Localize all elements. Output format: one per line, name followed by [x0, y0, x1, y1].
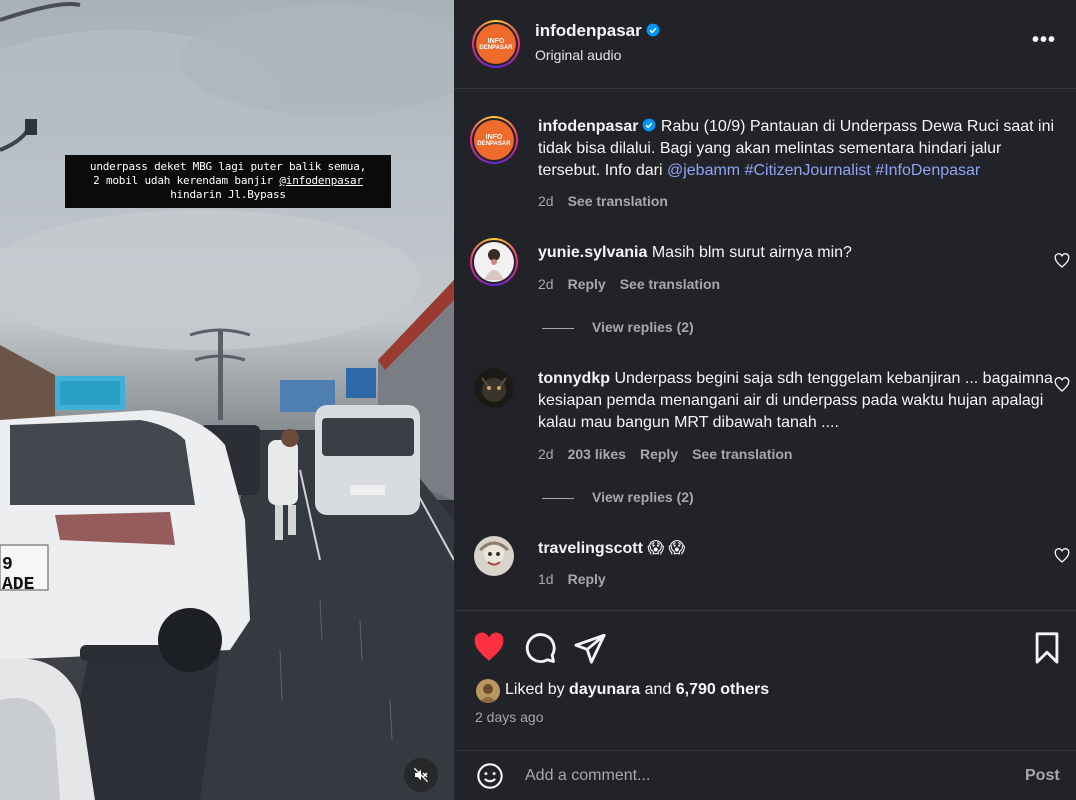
- like-comment-heart-icon[interactable]: [1054, 377, 1070, 393]
- view-replies-button[interactable]: View replies (2): [542, 489, 694, 505]
- liked-by-prefix: Liked by: [505, 681, 570, 698]
- logo-text-2: DENPASAR: [479, 44, 513, 51]
- like-comment-heart-icon[interactable]: [1054, 253, 1070, 269]
- comment-meta: 2d 203 likes Reply See translation: [538, 446, 806, 462]
- author-username-text: infodenpasar: [535, 21, 642, 40]
- post-caption: INFO DENPASAR infodenpasar Rabu (10/9) P…: [470, 116, 1070, 216]
- caption-meta: 2d See translation: [538, 193, 682, 209]
- video-frame-scene: [0, 2, 454, 800]
- add-comment-input[interactable]: [525, 763, 995, 789]
- caption-hashtags[interactable]: @jebamm #CitizenJournalist #InfoDenpasar: [667, 162, 980, 179]
- see-translation-button[interactable]: See translation: [692, 446, 792, 462]
- original-audio-link[interactable]: Original audio: [535, 47, 621, 63]
- logo-text-1: INFO: [487, 37, 505, 45]
- verified-badge-icon: [643, 118, 656, 132]
- save-bookmark-icon[interactable]: [1030, 631, 1064, 665]
- comment-meta: 2d Reply See translation: [538, 276, 734, 292]
- comment-username[interactable]: travelingscott: [538, 540, 643, 557]
- like-comment-heart-icon[interactable]: [1054, 548, 1070, 564]
- comment-composer: Post: [454, 750, 1076, 800]
- comment-body: Underpass begini saja sdh tenggelam keba…: [538, 370, 1053, 431]
- view-replies-button[interactable]: View replies (2): [542, 319, 694, 335]
- overlay-mention: @infodenpasar: [279, 174, 363, 187]
- liked-by-summary: Liked by dayunara and 6,790 others: [505, 681, 769, 699]
- mute-toggle-button[interactable]: [404, 758, 438, 792]
- comment-time: 2d: [538, 276, 554, 292]
- comment-username[interactable]: yunie.sylvania: [538, 244, 647, 261]
- liked-by-user[interactable]: dayunara: [569, 681, 640, 698]
- logo-text-1: INFO: [485, 133, 503, 141]
- caption-text: infodenpasar Rabu (10/9) Pantauan di Und…: [538, 116, 1060, 182]
- caption-author-avatar[interactable]: INFO DENPASAR: [470, 116, 518, 164]
- comment-body: Masih blm surut airnya min?: [651, 244, 852, 261]
- like-heart-icon[interactable]: [472, 631, 506, 665]
- comment-meta: 1d Reply: [538, 571, 620, 587]
- commenter-avatar[interactable]: [474, 536, 514, 576]
- comment-item: tonnydkp Underpass begini saja sdh tengg…: [470, 368, 1070, 468]
- infodenpasar-logo: INFO DENPASAR: [476, 24, 516, 64]
- reel-video[interactable]: 9 ADE underpass deket MBG lagi puter bal…: [0, 0, 454, 800]
- infodenpasar-logo: INFO DENPASAR: [474, 120, 514, 160]
- speaker-muted-icon: [413, 767, 429, 783]
- license-plate: 9 ADE: [2, 555, 35, 595]
- post-date: 2 days ago: [475, 709, 544, 725]
- overlay-line-2-text: 2 mobil udah kerendam banjir: [93, 174, 280, 187]
- post-side-panel: INFO DENPASAR infodenpasar Original audi…: [454, 0, 1076, 800]
- replies-divider: [542, 327, 574, 329]
- comment-text: tonnydkp Underpass begini saja sdh tengg…: [538, 368, 1060, 434]
- logo-text-2: DENPASAR: [477, 140, 511, 147]
- comment-likes[interactable]: 203 likes: [568, 446, 626, 462]
- overlay-line-2: 2 mobil udah kerendam banjir @infodenpas…: [71, 174, 385, 188]
- comment-time: 2d: [538, 446, 554, 462]
- commenter-avatar[interactable]: [474, 368, 514, 408]
- post-comment-button[interactable]: Post: [1025, 767, 1060, 785]
- emoji-smiley-icon[interactable]: [476, 762, 504, 790]
- user-photo: [474, 242, 514, 282]
- share-paper-plane-icon[interactable]: [573, 631, 607, 665]
- commenter-avatar[interactable]: [470, 238, 518, 286]
- overlay-line-3: hindarin Jl.Bypass: [170, 188, 286, 201]
- more-options-button[interactable]: •••: [1032, 29, 1056, 52]
- reply-button[interactable]: Reply: [568, 276, 606, 292]
- replies-divider: [542, 497, 574, 499]
- comment-item: travelingscott 😱 😱 1d Reply: [470, 536, 1070, 596]
- comment-text: yunie.sylvania Masih blm surut airnya mi…: [538, 242, 1060, 264]
- author-avatar[interactable]: INFO DENPASAR: [472, 20, 520, 68]
- view-replies-label: View replies (2): [592, 489, 694, 505]
- comments-list: INFO DENPASAR infodenpasar Rabu (10/9) P…: [454, 90, 1076, 610]
- likes-count[interactable]: 6,790 others: [676, 681, 769, 698]
- comment-item: yunie.sylvania Masih blm surut airnya mi…: [470, 238, 1070, 298]
- comment-username[interactable]: tonnydkp: [538, 370, 610, 387]
- comment-text: travelingscott 😱 😱: [538, 538, 1060, 560]
- liker-avatar[interactable]: [476, 679, 500, 703]
- author-username[interactable]: infodenpasar: [535, 21, 660, 41]
- caption-see-translation[interactable]: See translation: [568, 193, 668, 209]
- view-replies-label: View replies (2): [592, 319, 694, 335]
- video-text-overlay: underpass deket MBG lagi puter balik sem…: [65, 155, 391, 208]
- overlay-line-1: underpass deket MBG lagi puter balik sem…: [89, 160, 367, 173]
- post-header: INFO DENPASAR infodenpasar Original audi…: [454, 0, 1076, 89]
- caption-time: 2d: [538, 193, 554, 209]
- liked-by-and: and: [640, 681, 676, 698]
- comment-time: 1d: [538, 571, 554, 587]
- reply-button[interactable]: Reply: [568, 571, 606, 587]
- verified-badge-icon: [646, 23, 660, 37]
- caption-username[interactable]: infodenpasar: [538, 118, 638, 135]
- comment-body: 😱 😱: [647, 540, 686, 557]
- see-translation-button[interactable]: See translation: [620, 276, 720, 292]
- reply-button[interactable]: Reply: [640, 446, 678, 462]
- comment-bubble-icon[interactable]: [523, 631, 557, 665]
